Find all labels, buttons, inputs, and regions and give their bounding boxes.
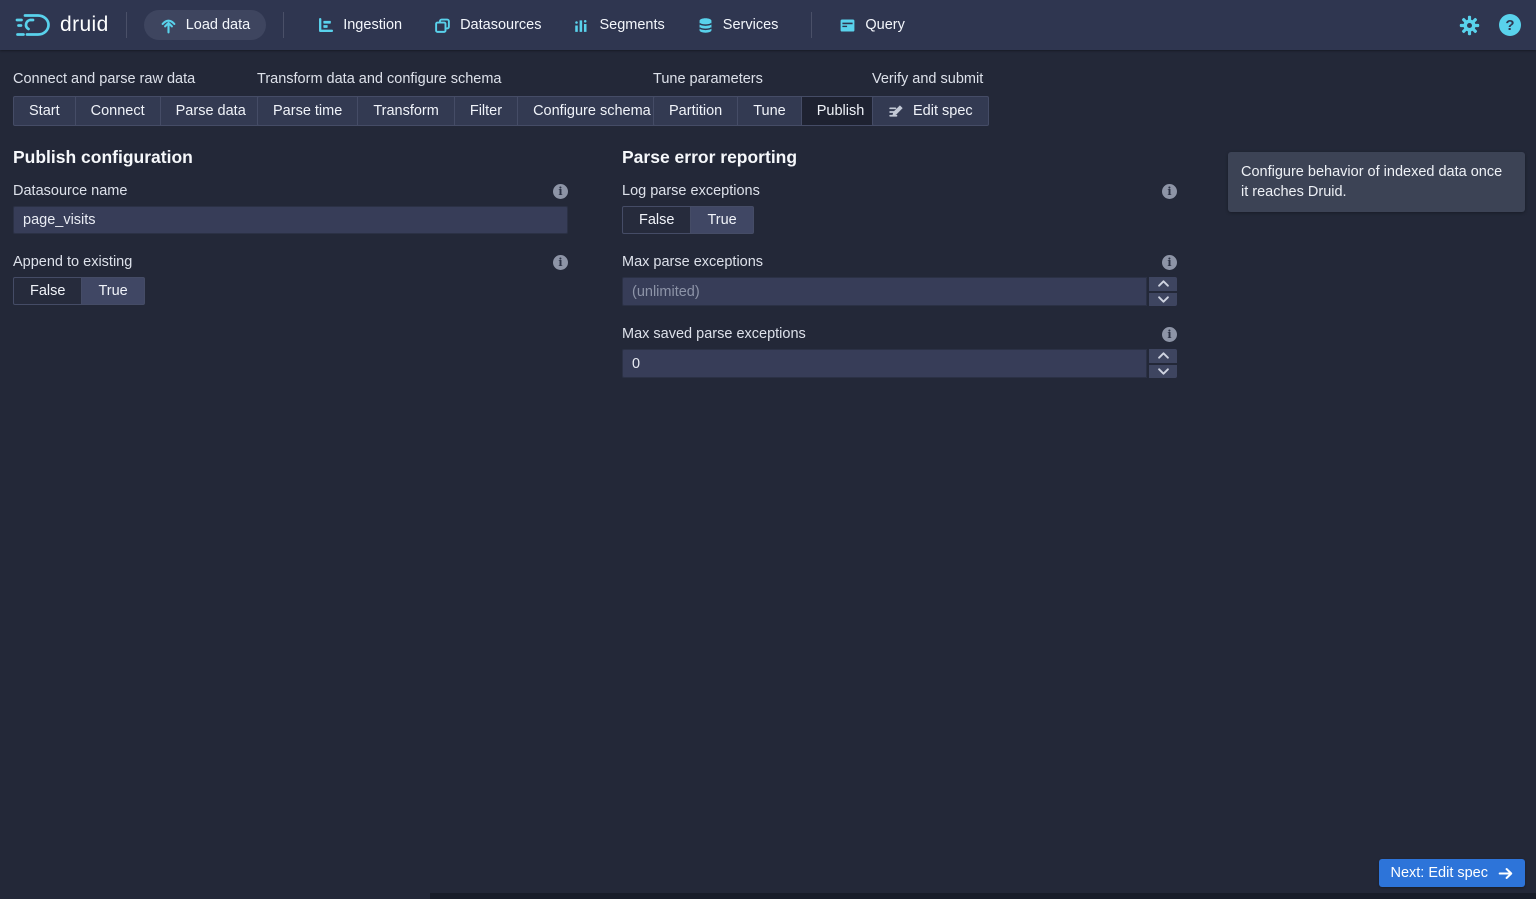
step-transform[interactable]: Transform [357, 96, 455, 126]
step-parse-data[interactable]: Parse data [159, 96, 262, 126]
step-group-label: Connect and parse raw data [13, 71, 196, 87]
step-info-callout: Configure behavior of indexed data once … [1228, 152, 1525, 212]
step-group-tune: Tune parameters Partition Tune Publish [653, 71, 881, 126]
chevron-down-icon [1157, 296, 1169, 303]
step-partition[interactable]: Partition [653, 96, 739, 126]
druid-logo-icon [15, 14, 50, 36]
step-connect[interactable]: Connect [74, 96, 161, 126]
datasource-name-label: Datasource name [13, 183, 128, 199]
max-parse-exceptions-group: Max parse exceptions i [622, 253, 1177, 306]
spinner-down-button[interactable] [1149, 364, 1177, 378]
log-parse-exceptions-label: Log parse exceptions [622, 183, 760, 199]
step-group-label: Tune parameters [653, 71, 763, 87]
nav-item-services[interactable]: Services [697, 17, 779, 34]
spinner-up-button[interactable] [1149, 349, 1177, 363]
section-title-parse-error: Parse error reporting [622, 147, 798, 167]
number-spinner [1149, 349, 1177, 378]
navbar-divider [283, 12, 285, 38]
step-group-transform: Transform data and configure schema Pars… [257, 71, 667, 126]
chevron-down-icon [1157, 368, 1169, 375]
step-filter[interactable]: Filter [453, 96, 519, 126]
next-edit-spec-button[interactable]: Next: Edit spec [1379, 859, 1525, 887]
nav-item-label: Load data [185, 17, 251, 33]
datasource-name-group: Datasource name i [13, 182, 568, 234]
services-icon [698, 17, 712, 33]
nav-item-query[interactable]: Query [839, 17, 905, 34]
upload-icon [161, 19, 176, 33]
info-icon[interactable]: i [553, 183, 568, 199]
datasource-name-input[interactable] [13, 206, 568, 234]
nav-item-load-data[interactable]: Load data [143, 10, 267, 40]
log-parse-exceptions-group: Log parse exceptions i False True [622, 182, 1177, 234]
step-edit-spec-label: Edit spec [913, 103, 973, 119]
append-to-existing-group: Append to existing i False True [13, 253, 568, 305]
help-icon: ? [1499, 14, 1521, 36]
info-icon[interactable]: i [553, 254, 568, 270]
nav-item-label: Services [722, 17, 779, 33]
append-to-existing-toggle: False True [13, 277, 145, 305]
max-saved-parse-exceptions-input[interactable] [622, 349, 1147, 378]
step-start[interactable]: Start [13, 96, 76, 126]
navbar-right-actions: ? [1459, 14, 1521, 36]
chevron-up-icon [1157, 280, 1169, 287]
nav-item-datasources[interactable]: Datasources [434, 17, 541, 34]
gear-icon [1459, 15, 1480, 35]
druid-console: druid Load data Ingestion Datasources Se… [0, 0, 1536, 899]
publish-configuration-section: Publish configuration Datasource name i … [13, 147, 568, 324]
info-icon[interactable]: i [1162, 254, 1177, 270]
nav-item-segments[interactable]: Segments [573, 17, 665, 34]
parse-error-reporting-section: Parse error reporting Log parse exceptio… [622, 147, 1177, 397]
step-group-connect: Connect and parse raw data Start Connect… [13, 71, 262, 126]
navbar-divider [811, 12, 813, 38]
nav-item-label: Ingestion [343, 17, 403, 33]
info-icon[interactable]: i [1162, 183, 1177, 199]
step-publish-current[interactable]: Publish [800, 96, 881, 126]
log-parse-true-button[interactable]: True [690, 206, 754, 234]
spinner-down-button[interactable] [1149, 292, 1177, 306]
next-button-label: Next: Edit spec [1390, 865, 1488, 881]
chevron-up-icon [1157, 352, 1169, 359]
max-parse-exceptions-input[interactable] [622, 277, 1147, 306]
step-group-verify: Verify and submit Edit spec [872, 71, 989, 126]
druid-logo[interactable]: druid [15, 10, 109, 40]
nav-item-label: Query [865, 17, 905, 33]
top-navbar: druid Load data Ingestion Datasources Se… [0, 0, 1536, 50]
max-saved-parse-exceptions-label: Max saved parse exceptions [622, 326, 806, 342]
number-spinner [1149, 277, 1177, 306]
append-to-existing-label: Append to existing [13, 254, 133, 270]
ingestion-icon [319, 17, 334, 32]
log-parse-false-button[interactable]: False [622, 206, 692, 234]
step-tune[interactable]: Tune [737, 96, 802, 126]
spinner-up-button[interactable] [1149, 277, 1177, 291]
max-saved-parse-exceptions-group: Max saved parse exceptions i [622, 325, 1177, 378]
append-false-button[interactable]: False [13, 277, 83, 305]
log-parse-exceptions-toggle: False True [622, 206, 754, 234]
max-parse-exceptions-label: Max parse exceptions [622, 254, 764, 270]
query-icon [840, 18, 855, 32]
section-title-publish: Publish configuration [13, 147, 193, 167]
edit-spec-icon [889, 104, 903, 117]
step-group-label: Verify and submit [872, 71, 984, 87]
datasources-icon [435, 18, 450, 33]
nav-item-label: Segments [599, 17, 665, 33]
append-true-button[interactable]: True [81, 277, 145, 305]
settings-button[interactable] [1459, 15, 1480, 36]
step-edit-spec[interactable]: Edit spec [872, 96, 989, 126]
step-parse-time[interactable]: Parse time [257, 96, 359, 126]
help-button[interactable]: ? [1499, 14, 1521, 36]
brand-name: druid [60, 13, 109, 36]
step-configure-schema[interactable]: Configure schema [517, 96, 667, 126]
navbar-divider [125, 12, 127, 38]
segments-icon [575, 19, 587, 32]
nav-item-label: Datasources [460, 17, 542, 33]
info-icon[interactable]: i [1162, 326, 1177, 342]
nav-item-ingestion[interactable]: Ingestion [317, 17, 402, 34]
bottom-shadow-strip [430, 893, 1536, 899]
arrow-right-icon [1498, 867, 1513, 879]
step-group-label: Transform data and configure schema [257, 71, 502, 87]
